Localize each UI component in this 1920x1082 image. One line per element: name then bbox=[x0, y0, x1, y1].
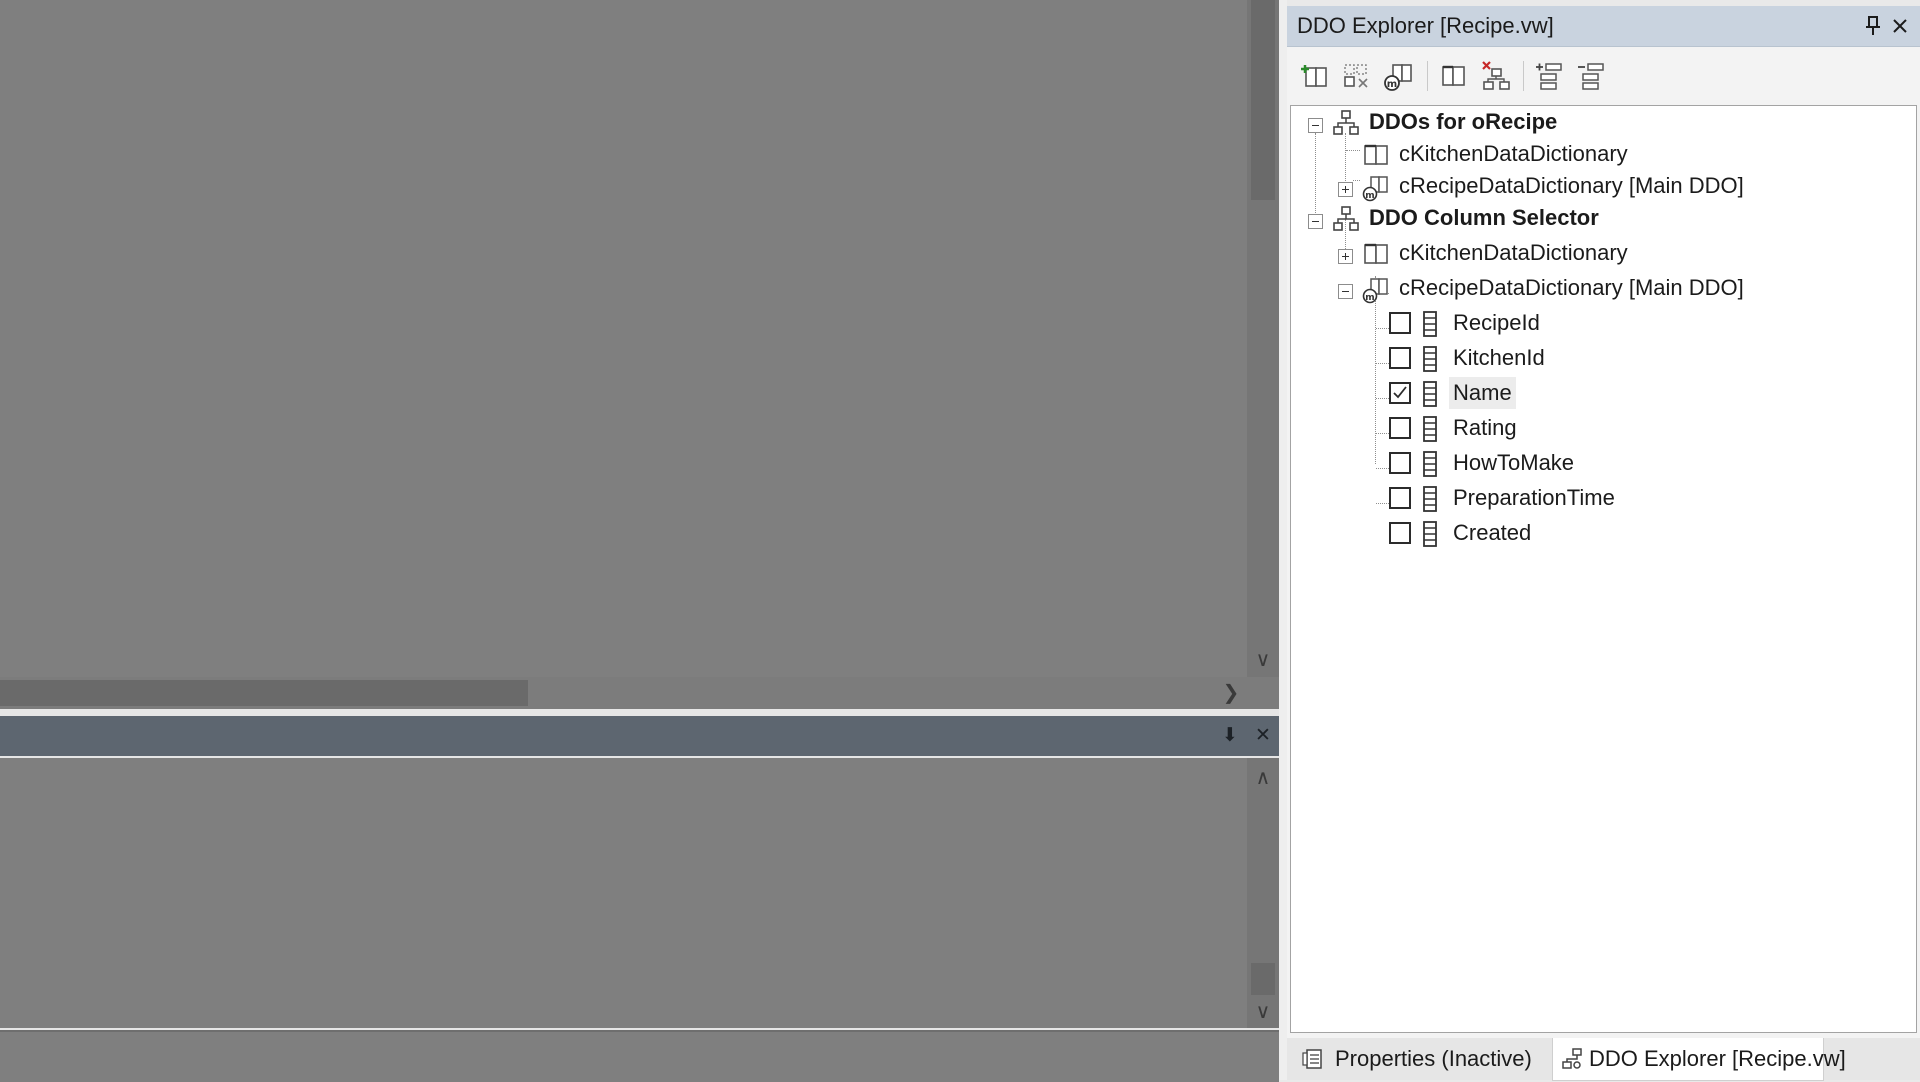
pin-icon[interactable]: ⬇ bbox=[1218, 724, 1242, 748]
column-checkbox[interactable] bbox=[1389, 347, 1411, 369]
bottom-panel-content bbox=[0, 758, 1247, 1028]
scrollbar-corner bbox=[1247, 677, 1279, 709]
tree-item-label: cKitchenDataDictionary bbox=[1399, 240, 1628, 265]
column-field-icon bbox=[1415, 344, 1445, 374]
status-strip bbox=[0, 1030, 1279, 1082]
structure-icon bbox=[1331, 204, 1361, 234]
chevron-right-icon[interactable]: ❯ bbox=[1215, 677, 1247, 709]
tree-item-label: cRecipeDataDictionary [Main DDO] bbox=[1399, 275, 1744, 300]
panel-title: DDO Explorer [Recipe.vw] bbox=[1297, 13, 1554, 38]
column-checkbox[interactable] bbox=[1389, 487, 1411, 509]
tab-label: DDO Explorer [Recipe.vw] bbox=[1589, 1046, 1846, 1071]
column-checkbox[interactable] bbox=[1389, 522, 1411, 544]
canvas-vertical-scrollbar[interactable]: ∨ bbox=[1247, 0, 1279, 677]
expand-all-icon[interactable] bbox=[1533, 59, 1567, 93]
properties-icon bbox=[1301, 1047, 1325, 1071]
tree-group-label: DDO Column Selector bbox=[1369, 205, 1599, 230]
bottom-panel-scroll-thumb[interactable] bbox=[1251, 963, 1275, 995]
column-field-icon bbox=[1415, 309, 1445, 339]
column-item[interactable]: Created bbox=[1291, 517, 1851, 549]
tree-item-label: cRecipeDataDictionary [Main DDO] bbox=[1399, 173, 1744, 198]
tree-item-ddo[interactable]: cKitchenDataDictionary bbox=[1291, 138, 1851, 170]
add-ddo-icon[interactable] bbox=[1297, 59, 1331, 93]
ddo-explorer-panel: DDO Explorer [Recipe.vw] m DDOs for oRec… bbox=[1287, 6, 1920, 1081]
column-checkbox[interactable] bbox=[1389, 417, 1411, 439]
column-item[interactable]: Rating bbox=[1291, 412, 1851, 444]
column-item[interactable]: KitchenId bbox=[1291, 342, 1851, 374]
column-field-icon bbox=[1415, 379, 1445, 409]
column-checkbox[interactable] bbox=[1389, 452, 1411, 474]
pin-icon[interactable] bbox=[1861, 14, 1885, 38]
collapse-icon[interactable] bbox=[1338, 284, 1353, 299]
column-checkbox[interactable] bbox=[1389, 312, 1411, 334]
tab-ddo-explorer[interactable]: DDO Explorer [Recipe.vw] bbox=[1552, 1038, 1846, 1081]
column-item[interactable]: PreparationTime bbox=[1291, 482, 1851, 514]
column-field-icon bbox=[1415, 414, 1445, 444]
designer-area: ∨ ❯ ⬇ ✕ ∧ ∨ bbox=[0, 0, 1279, 1082]
structure-icon bbox=[1331, 108, 1361, 138]
collapse-all-icon[interactable] bbox=[1575, 59, 1609, 93]
ddo-tree[interactable]: DDOs for oRecipe cKitchenDataDictionary … bbox=[1290, 105, 1917, 1033]
column-label: Name bbox=[1449, 377, 1516, 409]
expand-icon[interactable] bbox=[1338, 249, 1353, 264]
chevron-up-icon[interactable]: ∧ bbox=[1247, 764, 1279, 792]
canvas-vertical-scroll-thumb[interactable] bbox=[1251, 0, 1275, 200]
view-ddo-icon[interactable] bbox=[1437, 59, 1471, 93]
tree-item-label: cKitchenDataDictionary bbox=[1399, 141, 1628, 166]
tree-item-ddo[interactable]: m cRecipeDataDictionary [Main DDO] bbox=[1291, 272, 1851, 304]
column-item[interactable]: RecipeId bbox=[1291, 307, 1851, 339]
collapse-icon[interactable] bbox=[1308, 118, 1323, 133]
delete-structure-icon[interactable] bbox=[1479, 59, 1513, 93]
set-main-ddo-icon[interactable]: m bbox=[1381, 59, 1415, 93]
expand-icon[interactable] bbox=[1338, 182, 1353, 197]
column-field-icon bbox=[1415, 449, 1445, 479]
collapse-icon[interactable] bbox=[1308, 214, 1323, 229]
tab-label: Properties (Inactive) bbox=[1335, 1046, 1532, 1071]
data-dictionary-icon bbox=[1361, 140, 1391, 170]
chevron-down-icon[interactable]: ∨ bbox=[1247, 646, 1279, 674]
chevron-down-icon[interactable]: ∨ bbox=[1247, 998, 1279, 1026]
close-icon[interactable] bbox=[1888, 14, 1912, 38]
toolbar-separator bbox=[1427, 61, 1428, 91]
tree-group-ddos[interactable]: DDOs for oRecipe bbox=[1291, 106, 1851, 138]
column-field-icon bbox=[1415, 484, 1445, 514]
column-label: HowToMake bbox=[1453, 450, 1575, 475]
svg-text:m: m bbox=[1365, 293, 1374, 303]
column-label: Created bbox=[1453, 520, 1532, 545]
design-canvas[interactable] bbox=[0, 0, 1247, 677]
bottom-panel-header: ⬇ ✕ bbox=[0, 716, 1279, 756]
svg-text:m: m bbox=[1387, 79, 1397, 90]
main-ddo-icon: m bbox=[1361, 172, 1391, 202]
svg-text:m: m bbox=[1365, 191, 1374, 201]
bottom-panel-vertical-scrollbar[interactable]: ∧ ∨ bbox=[1247, 758, 1279, 1028]
column-field-icon bbox=[1415, 519, 1445, 549]
canvas-horizontal-scrollbar[interactable]: ❯ bbox=[0, 677, 1247, 709]
tree-item-ddo[interactable]: m cRecipeDataDictionary [Main DDO] bbox=[1291, 170, 1851, 202]
column-item[interactable]: Name bbox=[1291, 377, 1851, 409]
column-checkbox-checked[interactable] bbox=[1389, 382, 1411, 404]
tab-properties[interactable]: Properties (Inactive) bbox=[1295, 1038, 1550, 1080]
ddo-explorer-toolbar: m bbox=[1287, 47, 1920, 103]
main-ddo-icon: m bbox=[1361, 274, 1391, 304]
check-icon bbox=[1393, 386, 1407, 399]
column-label: RecipeId bbox=[1453, 310, 1540, 335]
remove-ddo-icon[interactable] bbox=[1339, 59, 1373, 93]
tree-group-label: DDOs for oRecipe bbox=[1369, 109, 1558, 134]
column-label: Rating bbox=[1453, 415, 1517, 440]
column-label: KitchenId bbox=[1453, 345, 1545, 370]
toolbar-separator bbox=[1523, 61, 1524, 91]
tree-group-column-selector[interactable]: DDO Column Selector bbox=[1291, 202, 1851, 234]
ddo-explorer-icon bbox=[1561, 1047, 1585, 1071]
dock-tab-bar: Properties (Inactive) DDO Explorer [Reci… bbox=[1287, 1038, 1920, 1081]
canvas-horizontal-scroll-thumb[interactable] bbox=[0, 680, 528, 706]
column-label: PreparationTime bbox=[1453, 485, 1615, 510]
data-dictionary-icon bbox=[1361, 239, 1391, 269]
tree-item-ddo[interactable]: cKitchenDataDictionary bbox=[1291, 237, 1851, 269]
close-icon[interactable]: ✕ bbox=[1251, 724, 1275, 748]
panel-title-bar: DDO Explorer [Recipe.vw] bbox=[1287, 6, 1920, 47]
dock-splitter[interactable] bbox=[1279, 0, 1287, 1080]
column-item[interactable]: HowToMake bbox=[1291, 447, 1851, 479]
